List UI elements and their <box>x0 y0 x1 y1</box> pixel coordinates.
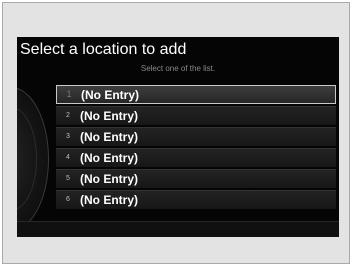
list-item-2[interactable]: 2 (No Entry) <box>56 106 336 125</box>
list-item-label: (No Entry) <box>81 88 139 102</box>
list-item-number: 6 <box>66 196 70 203</box>
list-item-5[interactable]: 5 (No Entry) <box>56 169 336 188</box>
screen-title: Select a location to add <box>20 41 187 58</box>
list-item-label: (No Entry) <box>80 109 138 123</box>
list-item-number: 1 <box>66 89 72 99</box>
figure-frame: Select a location to add Select one of t… <box>2 2 350 264</box>
list-item-number: 3 <box>66 133 70 140</box>
list-item-label: (No Entry) <box>80 151 138 165</box>
list-item-number: 2 <box>66 112 70 119</box>
list-item-1[interactable]: 1 (No Entry) <box>56 85 336 104</box>
screen-subtitle: Select one of the list. <box>140 64 216 73</box>
list-item-number: 4 <box>66 154 70 161</box>
list-item-label: (No Entry) <box>80 172 138 186</box>
list-item-6[interactable]: 6 (No Entry) <box>56 190 336 209</box>
list-item-4[interactable]: 4 (No Entry) <box>56 148 336 167</box>
screen-footer-bar <box>17 221 339 237</box>
list-item-number: 5 <box>66 175 70 182</box>
list-item-label: (No Entry) <box>80 193 138 207</box>
list-item-label: (No Entry) <box>80 130 138 144</box>
location-list: 1 (No Entry) 2 (No Entry) 3 (No Entry) 4… <box>56 85 336 211</box>
navigation-screen: Select a location to add Select one of t… <box>17 37 339 237</box>
list-item-3[interactable]: 3 (No Entry) <box>56 127 336 146</box>
